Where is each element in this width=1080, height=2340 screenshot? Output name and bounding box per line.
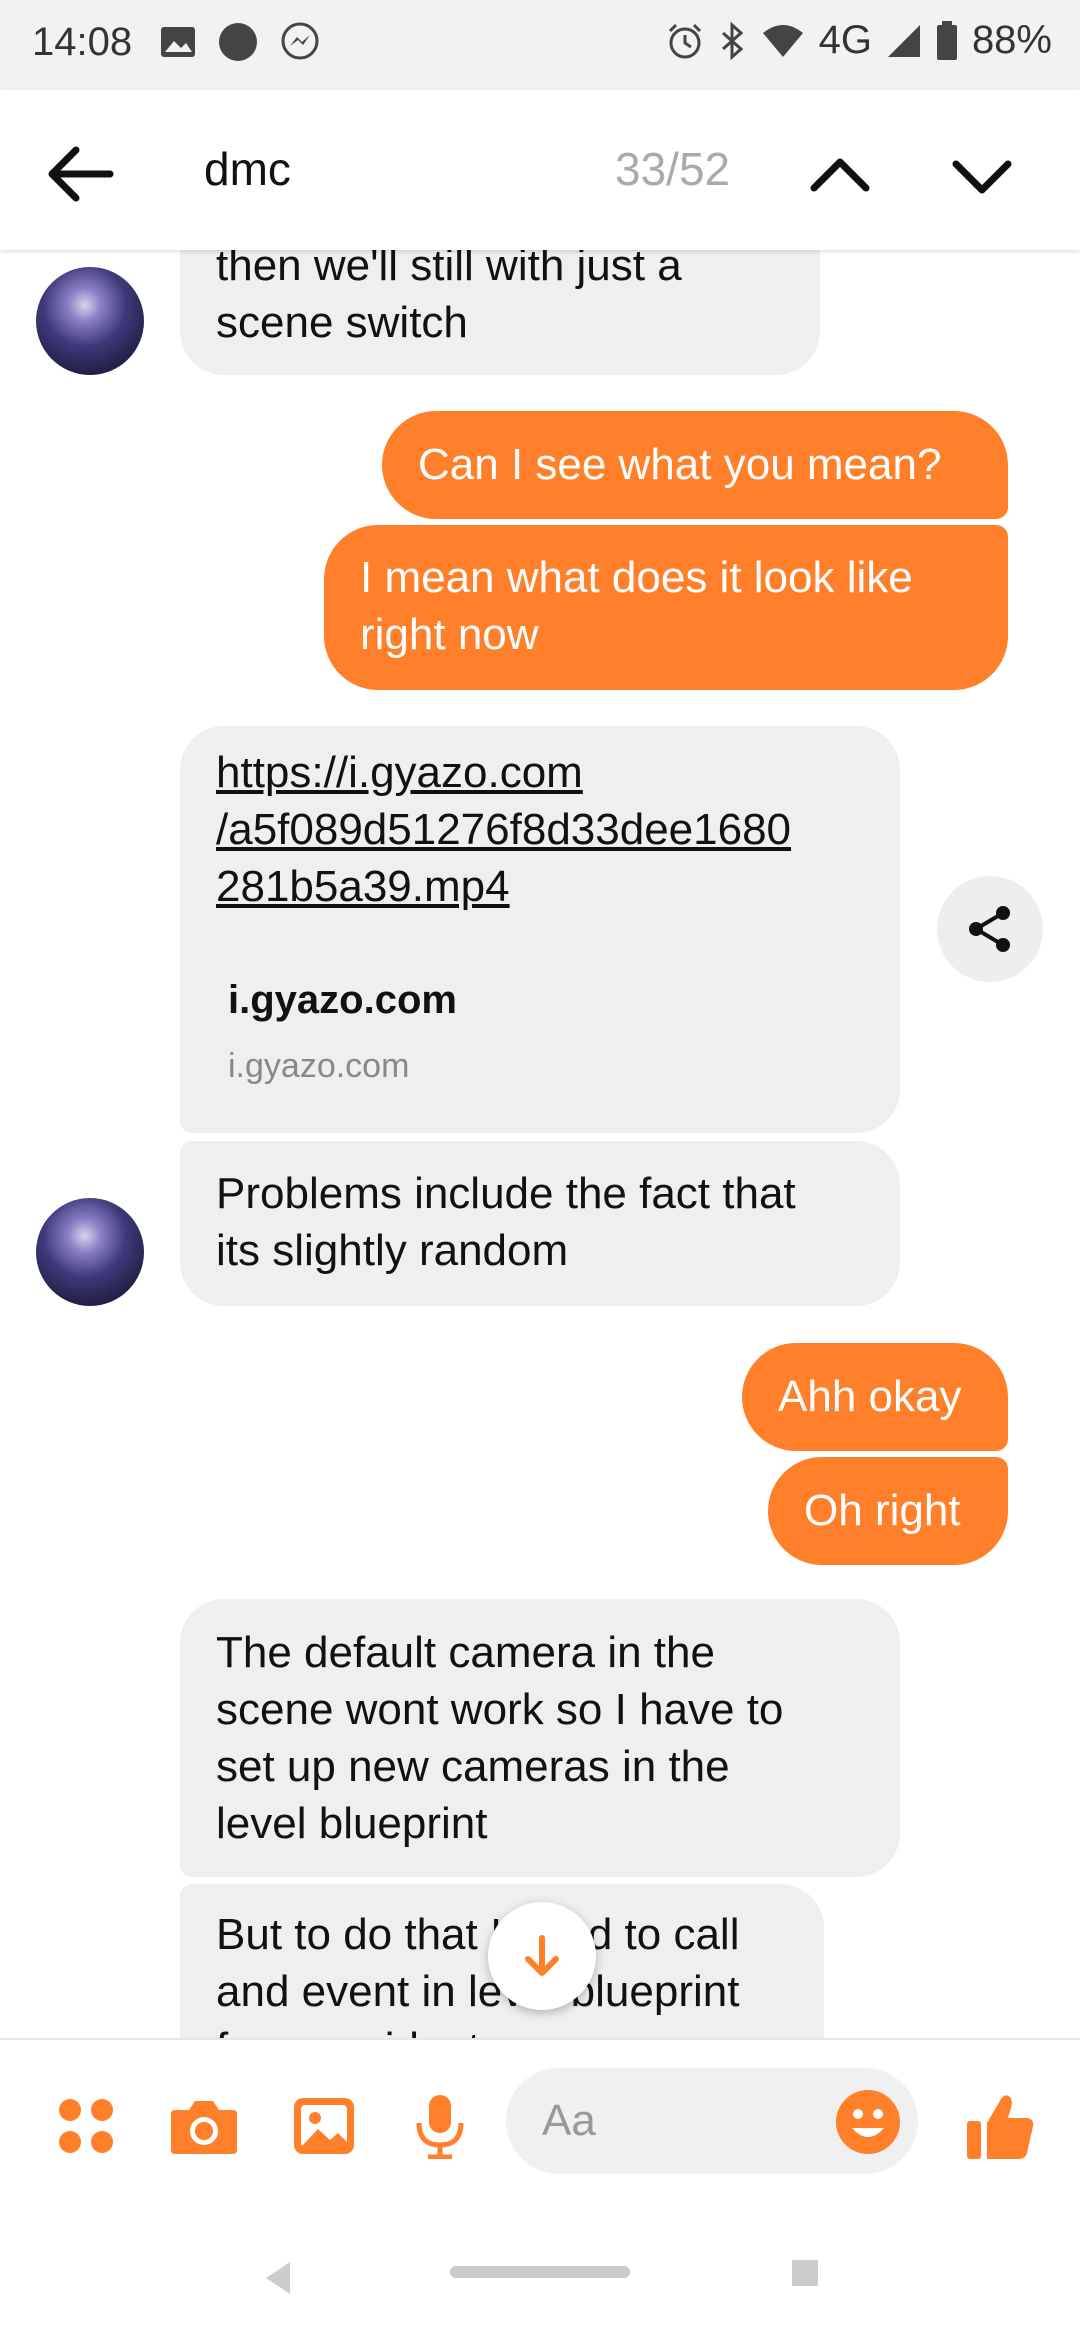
message-input-placeholder: Aa xyxy=(542,2096,596,2145)
message-line: right now xyxy=(360,610,539,659)
apps-button[interactable] xyxy=(50,2090,122,2162)
bluetooth-icon xyxy=(721,21,743,60)
apps-icon xyxy=(59,2099,113,2153)
battery-icon xyxy=(936,20,957,60)
signal-icon xyxy=(887,24,920,57)
chevron-down-icon[interactable] xyxy=(950,144,1014,208)
status-bar: 14:08 4G 88% xyxy=(0,0,1080,90)
message-line: scene switch xyxy=(216,298,468,347)
like-button[interactable] xyxy=(964,2090,1036,2162)
message-line: its slightly random xyxy=(216,1226,569,1275)
chevron-up-icon[interactable] xyxy=(808,144,872,208)
message-bubble[interactable]: Problems include the fact that its sligh… xyxy=(180,1141,900,1306)
message-text: Oh right xyxy=(804,1486,961,1535)
scroll-to-bottom-button[interactable] xyxy=(488,1902,596,2010)
nav-back-icon[interactable] xyxy=(262,2260,292,2296)
message-text: Can I see what you mean? xyxy=(418,440,942,489)
alarm-icon xyxy=(668,23,701,58)
thumbs-up-icon xyxy=(967,2095,1034,2159)
nav-home-pill[interactable] xyxy=(450,2266,630,2278)
message-link[interactable]: /a5f089d51276f8d33dee1680 xyxy=(216,801,864,858)
message-line: I mean what does it look like xyxy=(360,553,913,602)
message-link[interactable]: https://i.gyazo.com xyxy=(216,744,864,801)
message-line: from a widget xyxy=(216,2020,788,2038)
message-line: set up new cameras in the xyxy=(216,1742,730,1791)
share-button[interactable] xyxy=(937,876,1043,982)
message-line: level blueprint xyxy=(216,1799,488,1848)
message-bubble[interactable]: I mean what does it look like right now xyxy=(324,525,1008,690)
back-arrow-icon[interactable] xyxy=(40,134,120,214)
message-input[interactable]: Aa xyxy=(506,2068,918,2174)
circle-icon xyxy=(219,23,257,61)
network-type: 4G xyxy=(818,18,872,62)
avatar[interactable] xyxy=(36,267,144,375)
system-nav-bar xyxy=(0,2230,1080,2340)
message-line: Problems include the fact that xyxy=(216,1169,796,1218)
nav-recents-icon[interactable] xyxy=(792,2260,818,2286)
battery-percent: 88% xyxy=(971,18,1052,62)
wifi-icon xyxy=(762,24,803,57)
camera-icon xyxy=(171,2101,237,2154)
emoji-icon[interactable] xyxy=(834,2088,902,2156)
gallery-button[interactable] xyxy=(288,2090,360,2162)
messenger-icon xyxy=(281,22,319,60)
message-line: scene wont work so I have to xyxy=(216,1685,784,1734)
message-bubble[interactable]: Can I see what you mean? xyxy=(382,411,1008,519)
message-bubble[interactable]: The default camera in the scene wont wor… xyxy=(180,1599,900,1877)
camera-button[interactable] xyxy=(168,2090,240,2162)
search-query[interactable]: dmc xyxy=(204,142,291,196)
search-header: dmc 33/52 xyxy=(0,90,1080,250)
message-text: Ahh okay xyxy=(778,1372,962,1421)
share-icon xyxy=(969,906,1010,952)
link-preview-domain: i.gyazo.com xyxy=(228,1047,410,1085)
message-line: The default camera in the xyxy=(216,1628,715,1677)
message-list[interactable]: then we'll still with just a scene switc… xyxy=(0,250,1080,2038)
message-bubble[interactable]: Ahh okay xyxy=(742,1343,1008,1451)
image-icon xyxy=(161,27,195,57)
arrow-down-icon xyxy=(525,1935,559,1976)
status-time: 14:08 xyxy=(32,20,133,64)
microphone-icon xyxy=(416,2095,464,2159)
message-bubble[interactable]: Oh right xyxy=(768,1457,1008,1565)
match-counter: 33/52 xyxy=(615,143,731,195)
message-composer: Aa xyxy=(0,2038,1080,2232)
gallery-icon xyxy=(294,2098,354,2154)
microphone-button[interactable] xyxy=(404,2090,476,2162)
link-preview-title: i.gyazo.com xyxy=(228,978,457,1022)
avatar[interactable] xyxy=(36,1198,144,1306)
message-bubble[interactable]: then we'll still with just a scene switc… xyxy=(180,250,820,375)
message-line: then we'll still with just a xyxy=(216,250,682,290)
message-link[interactable]: 281b5a39.mp4 xyxy=(216,858,864,915)
link-preview-bubble[interactable]: https://i.gyazo.com /a5f089d51276f8d33de… xyxy=(180,726,900,1133)
